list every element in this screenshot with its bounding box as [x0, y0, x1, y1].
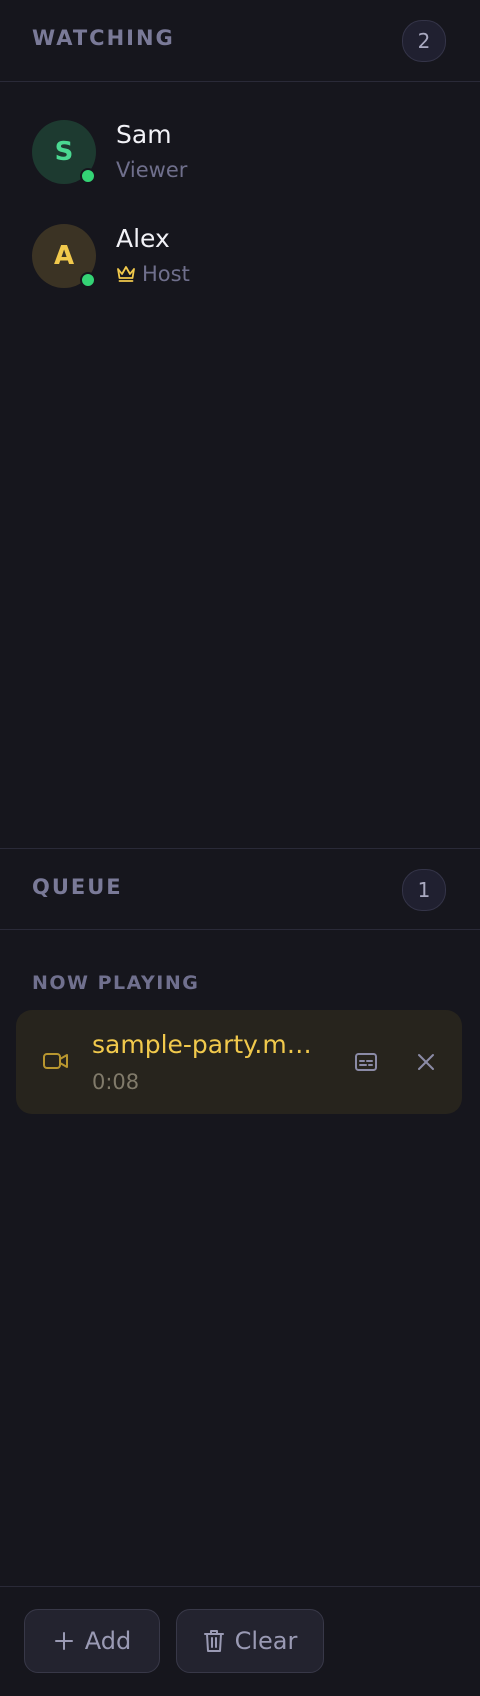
viewer-name: Alex: [116, 224, 170, 253]
subtitles-button[interactable]: [352, 1048, 380, 1076]
queue-title: QUEUE: [32, 875, 123, 899]
clear-button-label: Clear: [234, 1627, 298, 1655]
viewer-role-label: Host: [142, 262, 190, 286]
clear-button[interactable]: Clear: [176, 1609, 324, 1673]
watching-title: WATCHING: [32, 26, 175, 50]
watching-count-badge: 2: [402, 20, 446, 62]
now-playing-time: 0:08: [92, 1070, 140, 1094]
online-status-dot: [80, 168, 96, 184]
queue-header: QUEUE 1: [0, 848, 480, 930]
viewer-role: Viewer: [116, 158, 187, 182]
viewer-role: Host: [116, 262, 190, 286]
queue-footer: Add Clear: [0, 1586, 480, 1696]
online-status-dot: [80, 272, 96, 288]
now-playing-item[interactable]: sample-party.m… 0:08: [16, 1010, 462, 1114]
remove-from-queue-button[interactable]: [412, 1048, 440, 1076]
sidebar-panel: WATCHING 2 S Sam Viewer A Alex Host QUEU…: [0, 0, 480, 1696]
trash-icon: [203, 1630, 224, 1652]
viewer-item-alex[interactable]: A Alex Host: [32, 224, 452, 290]
plus-icon: [54, 1632, 73, 1650]
video-camera-icon: [43, 1053, 68, 1069]
viewer-item-sam[interactable]: S Sam Viewer: [32, 120, 452, 186]
add-button[interactable]: Add: [24, 1609, 160, 1673]
now-playing-label: NOW PLAYING: [32, 972, 200, 994]
queue-count-badge: 1: [402, 869, 446, 911]
add-button-label: Add: [84, 1627, 132, 1655]
watching-header: WATCHING 2: [0, 0, 480, 82]
viewer-name: Sam: [116, 120, 172, 149]
crown-icon: [117, 266, 135, 282]
viewer-role-label: Viewer: [116, 158, 188, 182]
now-playing-title: sample-party.m…: [92, 1030, 312, 1059]
